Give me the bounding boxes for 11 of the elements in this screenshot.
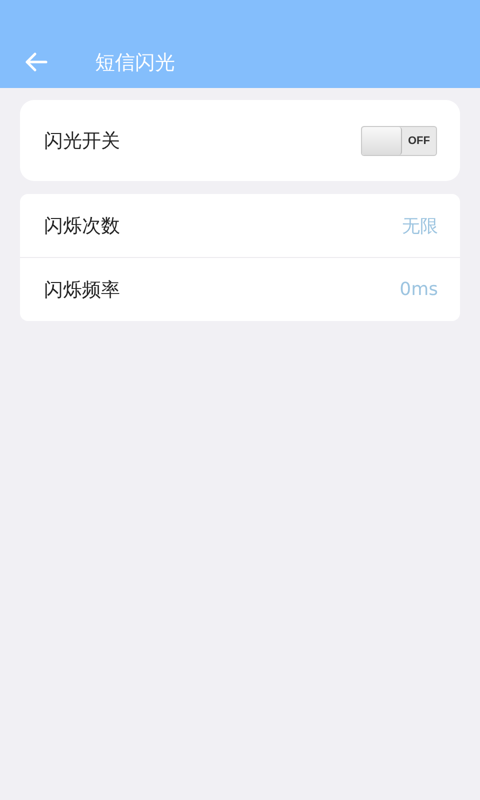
setting-value: 0ms xyxy=(400,279,438,300)
setting-label: 闪烁频率 xyxy=(44,278,120,302)
toggle-switch[interactable]: OFF xyxy=(361,126,437,156)
back-arrow-icon xyxy=(24,52,48,72)
setting-value: 无限 xyxy=(402,214,438,238)
setting-row[interactable]: 闪烁频率 0ms xyxy=(20,258,460,321)
screen-title: 短信闪光 xyxy=(95,50,175,74)
back-button[interactable] xyxy=(23,50,49,74)
setting-row[interactable]: 闪烁次数 无限 xyxy=(20,194,460,257)
setting-label: 闪光开关 xyxy=(44,128,120,154)
setting-label: 闪烁次数 xyxy=(44,214,120,238)
